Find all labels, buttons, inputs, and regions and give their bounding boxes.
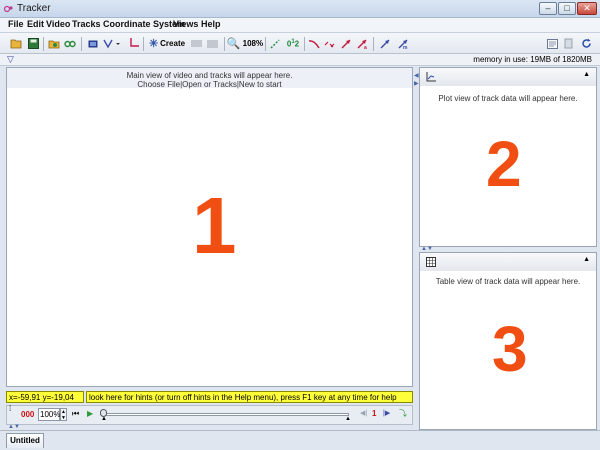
plot-chart-icon[interactable] xyxy=(426,72,436,82)
tracker-app-icon xyxy=(4,5,13,13)
menu-help[interactable]: Help xyxy=(201,19,221,29)
video-dropdown-icon[interactable]: ▽ xyxy=(7,54,14,65)
main-video-view[interactable]: Main view of video and tracks will appea… xyxy=(6,67,413,387)
zoom-icon: 🔍 xyxy=(226,38,241,50)
calibration-dropdown-icon[interactable] xyxy=(102,36,122,51)
acceleration-icon[interactable]: a xyxy=(355,36,369,51)
timeline-slider[interactable] xyxy=(102,413,349,416)
measure-tool-icon[interactable]: m xyxy=(395,36,411,51)
table-view-hint: Table view of track data will appear her… xyxy=(435,277,581,286)
menu-tracks[interactable]: Tracks xyxy=(72,19,101,29)
menu-edit[interactable]: Edit xyxy=(27,19,44,29)
zoom-level: 108% xyxy=(242,39,264,48)
play-button[interactable]: ▶ xyxy=(87,409,93,418)
velocity-icon[interactable] xyxy=(339,36,353,51)
link-icon[interactable] xyxy=(63,36,77,51)
delete-track-icon[interactable] xyxy=(189,36,203,51)
plot-maximize-icon[interactable]: ▲ xyxy=(583,71,590,78)
menu-bar: File Edit Video Tracks Coordinate System… xyxy=(0,18,600,32)
memory-usage[interactable]: memory in use: 19MB of 1820MB xyxy=(473,55,592,64)
toolbar: ✳ Create 🔍 108% 012 a m xyxy=(0,32,600,54)
memory-bar: ▽ memory in use: 19MB of 1820MB xyxy=(0,54,600,66)
zoom-button[interactable]: 🔍 108% xyxy=(226,36,264,51)
table-view-body: Table view of track data will appear her… xyxy=(420,271,596,429)
clear-tracks-icon[interactable] xyxy=(205,36,219,51)
divider-collapse-icon[interactable]: ◀ xyxy=(414,72,419,79)
rate-field[interactable]: 100% xyxy=(38,408,60,421)
main-view-hint-band: Main view of video and tracks will appea… xyxy=(7,68,412,89)
table-maximize-icon[interactable]: ▲ xyxy=(583,256,590,263)
path-icon[interactable] xyxy=(307,36,321,51)
step-back-button[interactable]: ◀| xyxy=(360,409,367,417)
close-button[interactable]: ✕ xyxy=(577,2,597,15)
title-bar[interactable]: Tracker – □ ✕ xyxy=(0,0,600,18)
svg-text:a: a xyxy=(364,45,367,49)
frame-counter[interactable]: 000 xyxy=(21,410,34,419)
open-icon[interactable] xyxy=(8,36,24,51)
step-size[interactable]: 1 xyxy=(372,409,376,418)
coordinate-axes-icon[interactable] xyxy=(126,36,140,51)
points-icon[interactable] xyxy=(323,36,337,51)
table-grid-icon[interactable] xyxy=(426,257,436,267)
main-view-hint-line1: Main view of video and tracks will appea… xyxy=(126,71,293,80)
svg-text:m: m xyxy=(403,45,408,49)
plot-view-pane[interactable]: ▲ Plot view of track data will appear he… xyxy=(419,67,597,247)
main-view-label-number: 1 xyxy=(192,181,237,270)
main-view-hint-line2: Choose File|Open or Tracks|New to start xyxy=(137,80,282,89)
player-bar: ⁞ 000 100% ▲ ▼ ⏮ ▶ ▲ ▲ ◀| 1 |▶ ⤵ xyxy=(6,404,413,425)
tab-untitled[interactable]: Untitled xyxy=(6,433,44,448)
player-menu-icon[interactable]: ⁞ xyxy=(9,404,11,413)
start-marker-icon[interactable]: ▲ xyxy=(101,416,107,422)
hint-bar[interactable]: look here for hints (or turn off hints i… xyxy=(86,391,413,403)
rate-spinner[interactable]: ▲ ▼ xyxy=(60,408,67,421)
step-forward-button[interactable]: |▶ xyxy=(383,409,390,417)
trail-icon[interactable] xyxy=(268,36,282,51)
save-icon[interactable] xyxy=(25,36,41,51)
end-marker-icon[interactable]: ▲ xyxy=(345,416,351,422)
plot-view-header: ▲ xyxy=(420,68,596,87)
coordinates-readout: x=-59,91 y=-19,04 xyxy=(6,391,84,403)
table-view-pane[interactable]: ▲ Table view of track data will appear h… xyxy=(419,252,597,430)
plot-view-body: Plot view of track data will appear here… xyxy=(420,86,596,246)
table-view-label-number: 3 xyxy=(492,313,528,385)
create-track-button[interactable]: ✳ Create xyxy=(148,36,186,51)
menu-views[interactable]: Views xyxy=(173,19,198,29)
plot-view-label-number: 2 xyxy=(486,128,522,200)
status-strip: x=-59,91 y=-19,04 look here for hints (o… xyxy=(6,389,413,405)
maximize-button[interactable]: □ xyxy=(558,2,576,15)
table-view-header: ▲ xyxy=(420,253,596,272)
copy-icon[interactable] xyxy=(562,36,576,51)
loop-icon[interactable]: ⤵ xyxy=(399,408,407,419)
import-video-icon[interactable] xyxy=(47,36,61,51)
menu-video[interactable]: Video xyxy=(46,19,70,29)
window-title: Tracker xyxy=(17,3,51,14)
refresh-icon[interactable] xyxy=(579,36,593,51)
menu-file[interactable]: File xyxy=(8,19,24,29)
rewind-button[interactable]: ⏮ xyxy=(72,409,79,419)
positions-labels-icon[interactable]: 012 xyxy=(285,36,301,51)
tab-bar: Untitled xyxy=(0,430,600,450)
vector-tool-icon[interactable] xyxy=(377,36,393,51)
create-star-icon: ✳ xyxy=(148,38,159,50)
minimize-button[interactable]: – xyxy=(539,2,557,15)
plot-view-hint: Plot view of track data will appear here… xyxy=(438,94,578,103)
create-label: Create xyxy=(160,39,186,48)
divider-expand-icon[interactable]: ▶ xyxy=(414,80,419,87)
clip-settings-icon[interactable] xyxy=(86,36,100,51)
notes-icon[interactable] xyxy=(545,36,559,51)
